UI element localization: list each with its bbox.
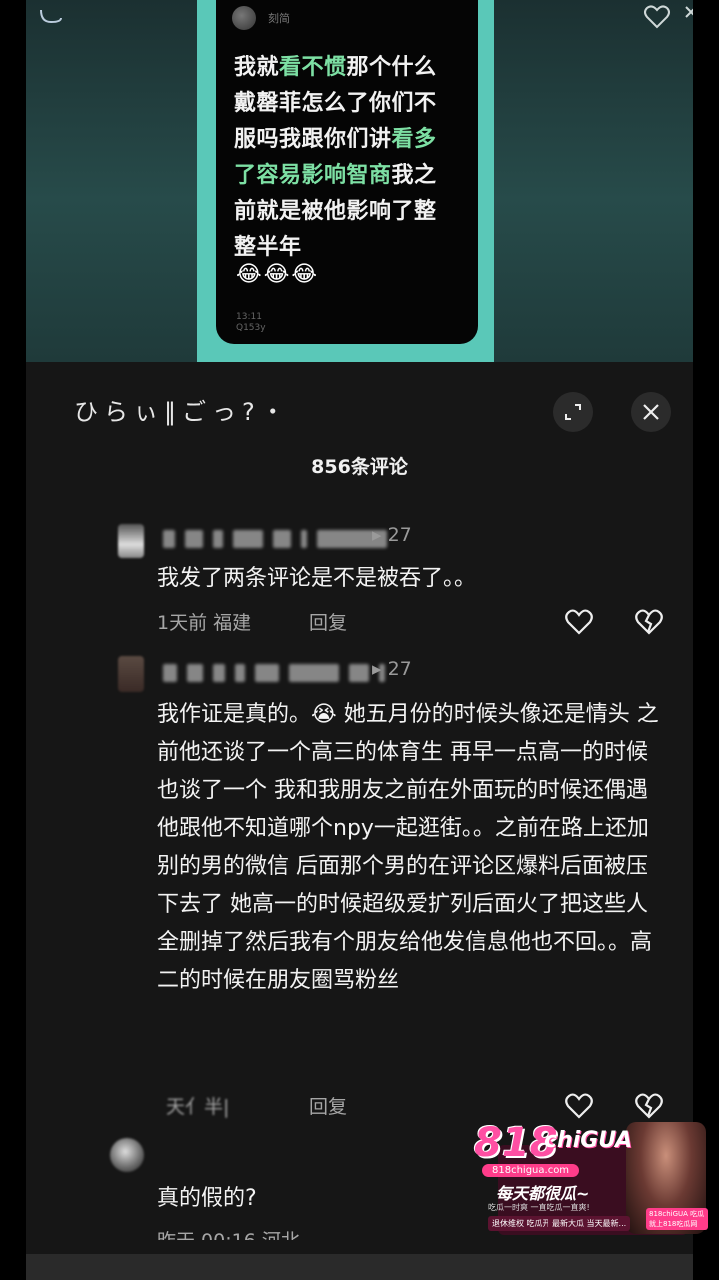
comment-meta: 天亻半| bbox=[166, 1096, 230, 1118]
screenshot-footer: 13:11 Q153y bbox=[236, 312, 266, 334]
screenshot-text-highlight: 看不惯 bbox=[279, 55, 347, 80]
screenshot-footer-line: 13:11 bbox=[236, 312, 262, 322]
username-blurred[interactable] bbox=[163, 664, 385, 682]
ad-banner[interactable]: 818 chiGUA 818chigua.com 每天都很瓜~ 吃瓜一时爽 一直… bbox=[468, 1120, 708, 1235]
screenshot-emojis: 😂😂😂 bbox=[236, 262, 320, 287]
heart-icon[interactable] bbox=[643, 4, 671, 30]
comment-input-bar[interactable] bbox=[26, 1254, 693, 1280]
screenshot-text-seg: 我就 bbox=[234, 55, 280, 80]
collapse-icon[interactable] bbox=[38, 6, 64, 26]
heart-icon[interactable] bbox=[564, 1092, 594, 1120]
ad-tag: 最新大瓜 当天最新... bbox=[548, 1216, 631, 1231]
right-border bbox=[693, 0, 719, 1280]
comment-meta: 1天前 福建 bbox=[157, 612, 252, 634]
reply-count[interactable]: ▸ 27 bbox=[372, 658, 412, 680]
broken-heart-icon[interactable] bbox=[634, 608, 664, 636]
expand-icon bbox=[565, 404, 581, 420]
screenshot-username: 刻简 bbox=[268, 12, 290, 25]
reply-button[interactable]: 回复 bbox=[309, 1092, 347, 1119]
panel-header-glyphs: ひらぃ‖ごっ?・ bbox=[74, 398, 291, 426]
avatar[interactable] bbox=[118, 656, 144, 692]
reply-count[interactable]: ▸ 27 bbox=[372, 524, 412, 546]
left-border bbox=[0, 0, 26, 1280]
username-blurred[interactable] bbox=[163, 530, 387, 548]
avatar[interactable] bbox=[118, 524, 144, 558]
ad-domain: 818chigua.com bbox=[482, 1164, 580, 1177]
screenshot-footer-line: Q153y bbox=[236, 323, 266, 333]
app-screen: 刻简 我就看不惯那个什么戴罄菲怎么了你们不服吗我跟你们讲看多了容易影响智商我之前… bbox=[0, 0, 719, 1280]
close-comments-button[interactable] bbox=[631, 392, 671, 432]
comment-text: 我作证是真的。😭 她五月份的时候头像还是情头 之前他还谈了一个高三的体育生 再早… bbox=[157, 702, 659, 993]
avatar[interactable] bbox=[110, 1138, 144, 1172]
screenshot-avatar bbox=[232, 6, 256, 30]
ad-subtitle: 吃瓜一时爽 一直吃瓜一直爽! bbox=[488, 1203, 590, 1212]
screenshot-text: 我就看不惯那个什么戴罄菲怎么了你们不服吗我跟你们讲看多了容易影响智商我之前就是被… bbox=[234, 50, 449, 266]
reply-button[interactable]: 回复 bbox=[309, 608, 347, 635]
comment-count: 856条评论 bbox=[311, 456, 408, 478]
expand-button[interactable] bbox=[553, 392, 593, 432]
ad-slogan: 每天都很瓜~ bbox=[496, 1184, 590, 1203]
close-icon bbox=[643, 404, 659, 420]
broken-heart-icon[interactable] bbox=[634, 1092, 664, 1120]
comment-text: 我发了两条评论是不是被吞了。。 bbox=[157, 566, 477, 591]
ad-image-tag: 818chiGUA 吃瓜就上818吃瓜网 bbox=[646, 1208, 708, 1230]
comment-meta: 昨天 00:16 河北 bbox=[157, 1226, 300, 1240]
ad-logo-word: chiGUA bbox=[544, 1128, 633, 1153]
heart-icon[interactable] bbox=[564, 608, 594, 636]
